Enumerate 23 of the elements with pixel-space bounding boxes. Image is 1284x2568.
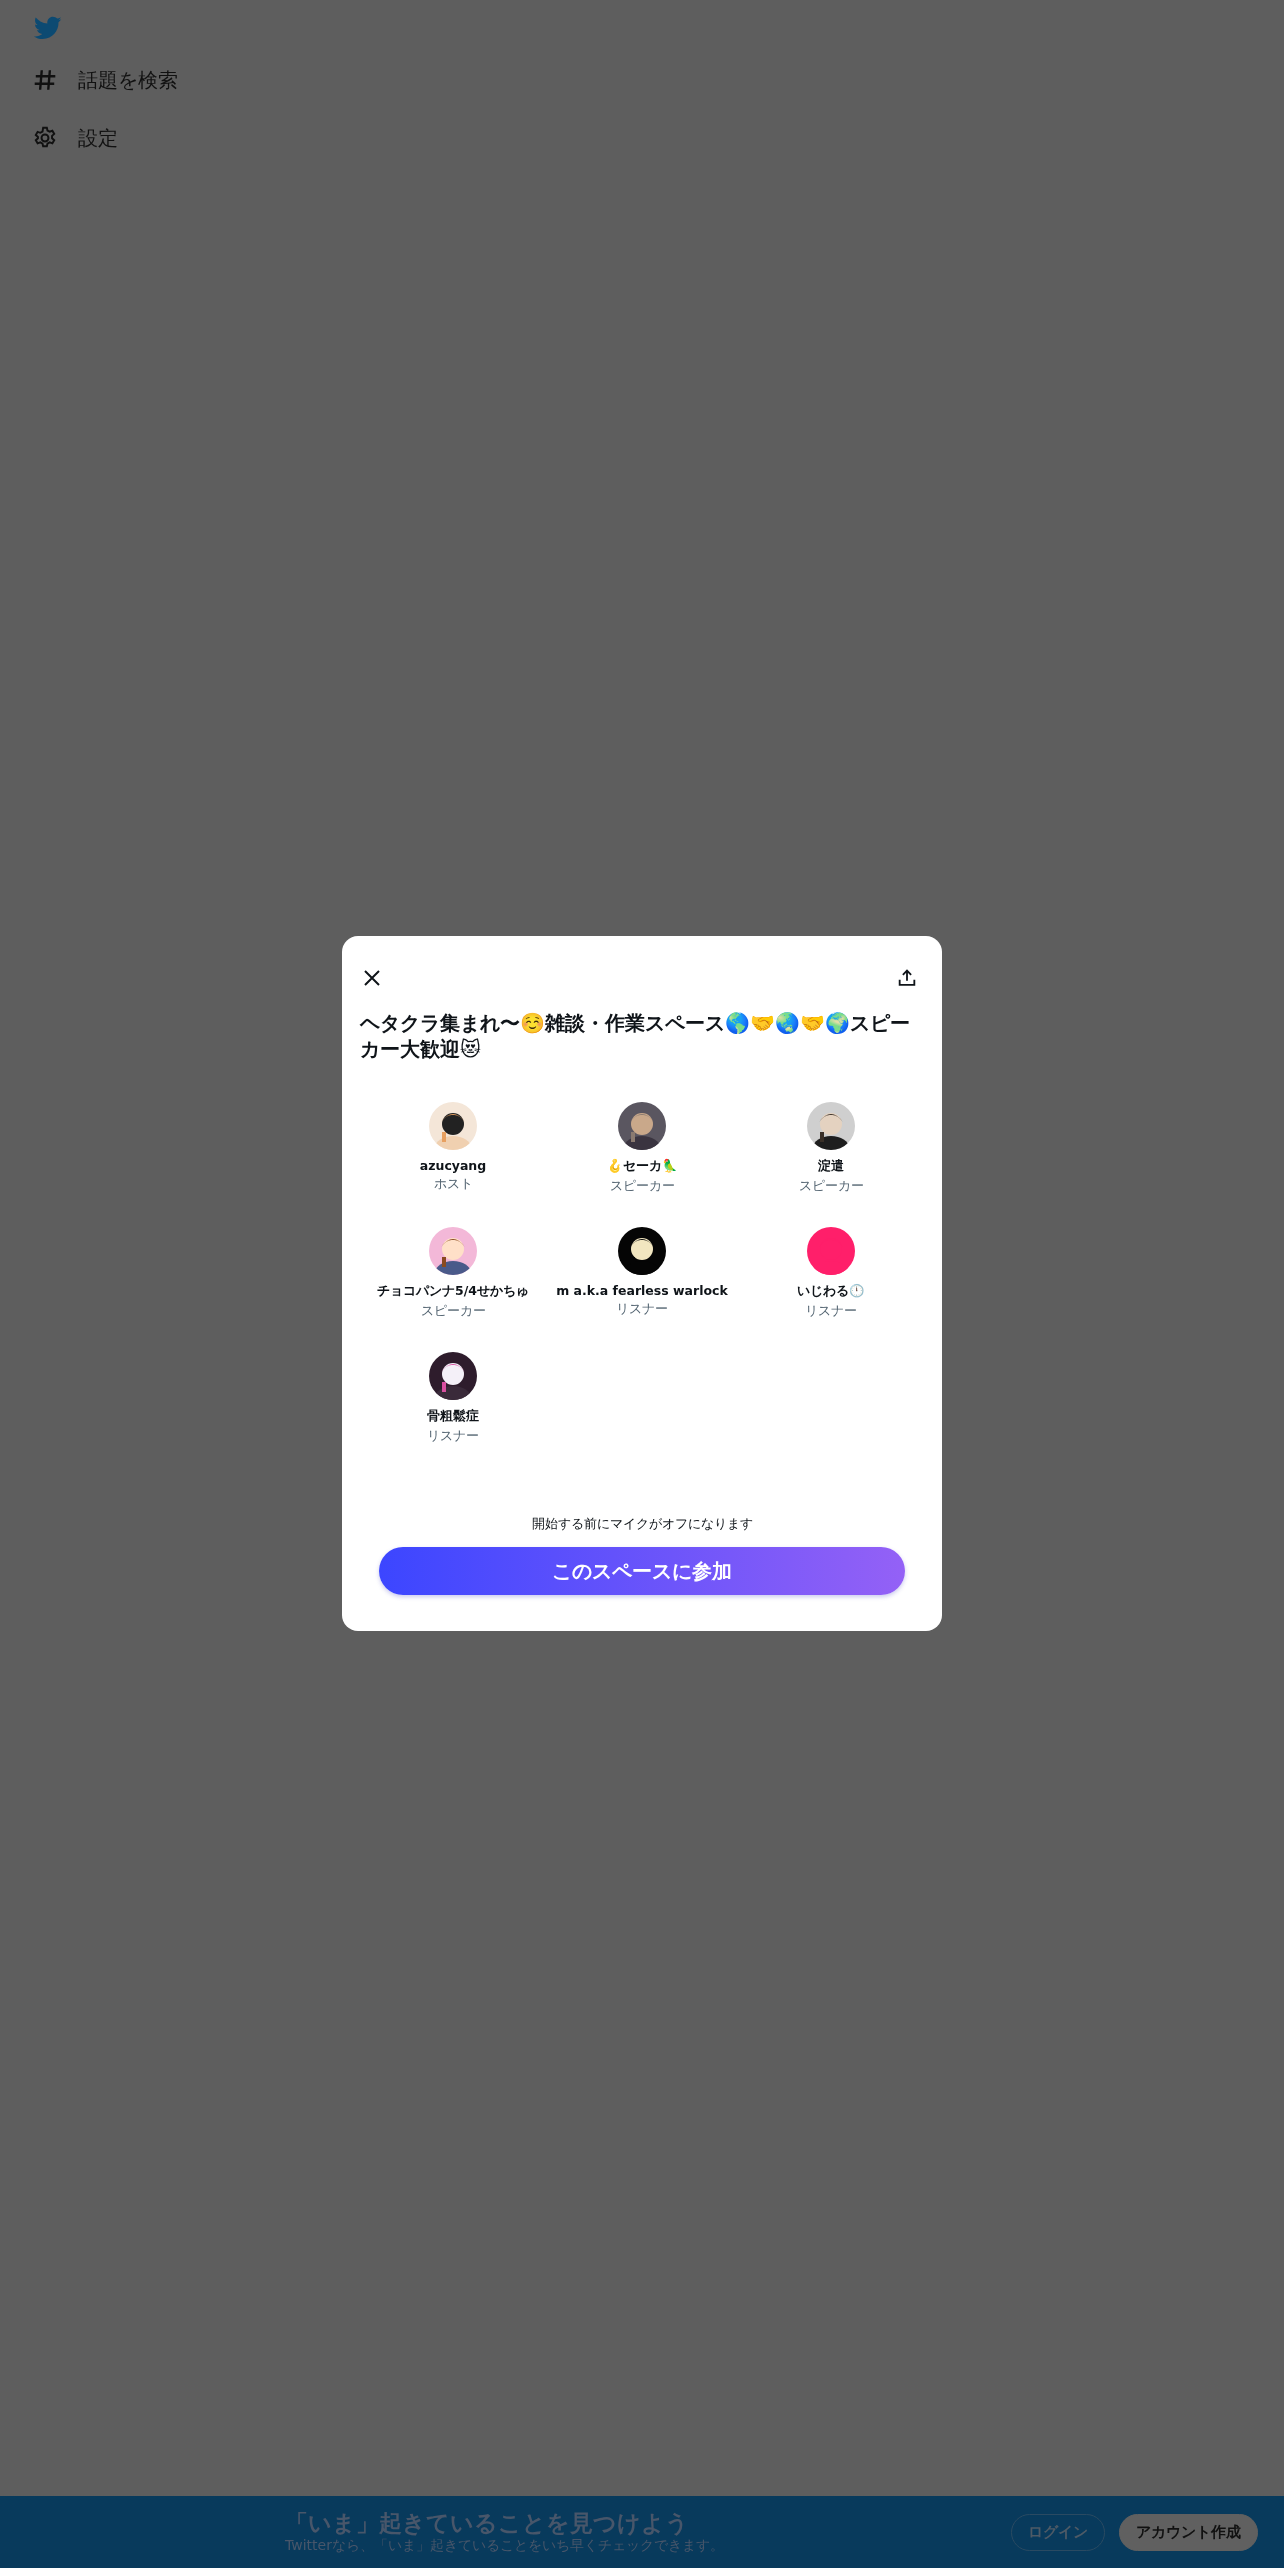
nav-item[interactable]: 設定 <box>32 118 1284 158</box>
participant-name: 骨粗鬆症 <box>427 1408 479 1425</box>
participant-name: チョコパンナ5/4せかちゅ <box>377 1283 529 1300</box>
participant-role: リスナー <box>805 1303 857 1320</box>
participant-name: azucyang <box>419 1158 487 1173</box>
mic-notice: 開始する前にマイクがオフになります <box>530 1516 754 1533</box>
nav-item[interactable]: 話題を検索 <box>32 60 1284 100</box>
participant-role: リスナー <box>616 1301 668 1318</box>
join-button[interactable]: このスペースに参加 <box>379 1547 905 1595</box>
participant-role: スピーカー <box>609 1178 675 1195</box>
participant-name: m a.k.a fearless warlock <box>556 1283 728 1298</box>
participant-role: スピーカー <box>798 1178 864 1195</box>
space-title: ヘタクラ集まれ〜☺雑談・作業スペース🌎🤝🌏🤝🌍スピーカー大歓迎😻 <box>360 1010 911 1062</box>
participant-role: スピーカー <box>420 1303 486 1320</box>
participant-role: ホスト <box>433 1176 473 1193</box>
signup-button[interactable]: アカウント作成 <box>1119 2513 1258 2551</box>
participant-name: 🪝セーカ🦜 <box>606 1158 678 1175</box>
banner-title: 「いま」起きていることを見つけよう <box>285 2509 690 2537</box>
participant-name: いじわる🕛 <box>797 1283 865 1300</box>
hashtag-icon <box>32 67 58 93</box>
share-icon[interactable] <box>896 967 918 989</box>
participant-role: リスナー <box>427 1428 479 1445</box>
participant-name: 淀遣 <box>818 1158 844 1175</box>
